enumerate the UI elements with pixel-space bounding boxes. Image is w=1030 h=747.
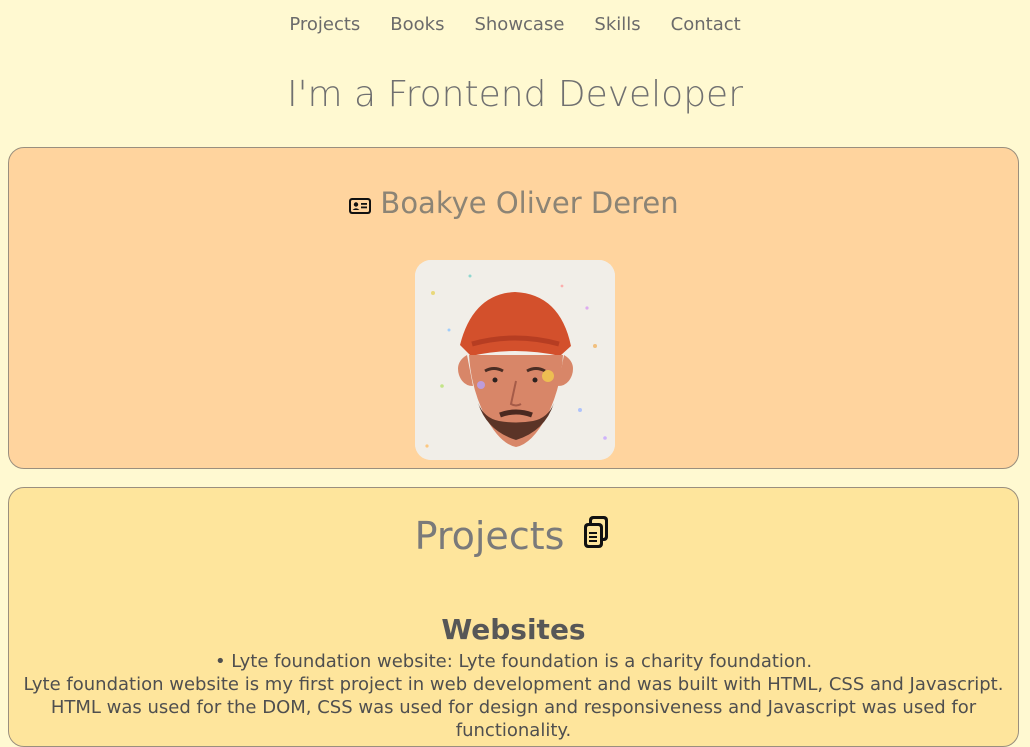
projects-section: Projects Websites • Lyte foundation webs… [8, 487, 1019, 747]
projects-heading: Projects [9, 514, 1018, 558]
projects-title: Projects [414, 514, 565, 558]
websites-heading: Websites [441, 613, 586, 647]
nav-showcase-link[interactable]: Showcase [474, 14, 564, 35]
page-title: I'm a Frontend Developer [287, 74, 743, 115]
nav-projects-link[interactable]: Projects [289, 14, 360, 35]
copy-icon [580, 514, 612, 550]
project-description-line-3: HTML was used for the DOM, CSS was used … [50, 697, 977, 741]
profile-name: Boakye Oliver Deren [380, 186, 679, 220]
nav-skills-link[interactable]: Skills [594, 14, 640, 35]
profile-card: Boakye Oliver Deren [8, 147, 1019, 469]
nav-books-link[interactable]: Books [390, 14, 444, 35]
id-card-icon [348, 188, 372, 214]
project-description-line-1: • Lyte foundation website: Lyte foundati… [214, 651, 813, 672]
nav-contact-link[interactable]: Contact [671, 14, 741, 35]
top-navigation: Projects Books Showcase Skills Contact [0, 14, 1030, 35]
avatar [415, 260, 615, 460]
project-description: • Lyte foundation website: Lyte foundati… [9, 650, 1018, 742]
profile-name-heading: Boakye Oliver Deren [9, 186, 1018, 220]
project-description-line-2: Lyte foundation website is my first proj… [23, 674, 1004, 695]
